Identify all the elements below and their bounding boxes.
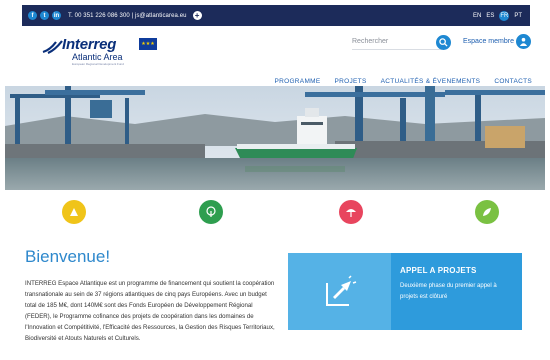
nav-item-actualites[interactable]: ACTUALITÉS & ÉVENEMENTS [381, 78, 481, 85]
hero-image [5, 86, 545, 190]
facebook-icon[interactable]: f [28, 11, 37, 20]
top-bar: f t in T. 00 351 226 086 300 | js@atlant… [22, 5, 530, 26]
language-fr[interactable]: FR [499, 10, 510, 21]
contact-info: T. 00 351 226 086 300 | js@atlanticarea.… [68, 12, 187, 19]
logo-brand: Interreg [62, 36, 117, 53]
card-icon-panel [288, 253, 391, 330]
biodiversity-icon[interactable] [475, 200, 499, 224]
search-input[interactable]: Rechercher [352, 34, 442, 50]
language-switcher: EN ES FR PT [473, 10, 522, 21]
twitter-icon[interactable]: t [40, 11, 49, 20]
member-button[interactable] [516, 34, 531, 49]
search-icon [439, 38, 448, 47]
megaphone-icon [325, 274, 356, 306]
logo-swoosh-icon [42, 40, 63, 54]
card-text: Deuxième phase du premier appel à projet… [400, 283, 497, 300]
card-title: APPEL A PROJETS [400, 266, 477, 275]
linkedin-icon[interactable]: in [52, 11, 61, 20]
user-icon [519, 37, 528, 46]
search-button[interactable] [436, 35, 451, 50]
risks-icon[interactable] [339, 200, 363, 224]
search-placeholder: Rechercher [352, 38, 389, 45]
theme-icons [0, 190, 550, 232]
eu-flag-icon: ★★★ [139, 38, 157, 50]
language-pt[interactable]: PT [514, 13, 522, 19]
welcome-text: INTERREG Espace Atlantique est un progra… [25, 280, 275, 342]
language-en[interactable]: EN [473, 13, 481, 19]
plus-icon[interactable]: + [192, 11, 202, 20]
call-for-projects-card[interactable]: APPEL A PROJETS Deuxième phase du premie… [288, 253, 522, 330]
logo-tagline: European Regional Development Fund [72, 62, 124, 66]
nav-item-programme[interactable]: PROGRAMME [274, 78, 320, 85]
resources-icon[interactable] [199, 200, 223, 224]
innovation-icon[interactable] [62, 200, 86, 224]
logo-subtitle: Atlantic Area [72, 52, 123, 62]
language-es[interactable]: ES [486, 13, 494, 19]
welcome-title: Bienvenue! [25, 247, 111, 266]
nav-item-projets[interactable]: PROJETS [335, 78, 367, 85]
main-nav: PROGRAMME PROJETS ACTUALITÉS & ÉVENEMENT… [274, 78, 532, 85]
member-area-link[interactable]: Espace membre [463, 38, 514, 45]
interreg-logo[interactable]: Interreg ★★★ Atlantic Area European Regi… [42, 36, 162, 66]
nav-item-contacts[interactable]: CONTACTS [494, 78, 532, 85]
